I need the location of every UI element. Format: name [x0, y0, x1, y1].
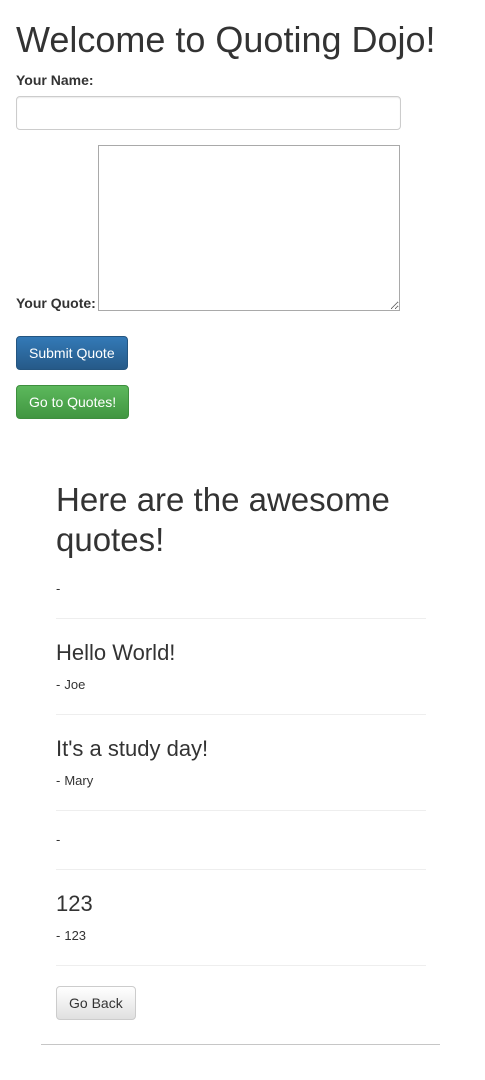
- author-dash: -: [56, 928, 61, 943]
- quote-author: - Joe: [56, 676, 426, 714]
- quotes-title: Here are the awesome quotes!: [56, 481, 390, 558]
- quote-textarea[interactable]: [97, 145, 400, 311]
- quote-item: 123 - 123: [56, 890, 426, 966]
- author-dash: -: [56, 832, 61, 847]
- quote-item: -: [56, 580, 426, 619]
- quote-text: Hello World!: [56, 640, 176, 665]
- page: Welcome to Quoting Dojo! Your Name: Your…: [0, 0, 485, 1080]
- quote-item: -: [56, 811, 426, 870]
- quote-author: - 123: [56, 927, 426, 965]
- name-input[interactable]: [16, 96, 401, 130]
- author-dash: -: [56, 677, 61, 692]
- page-title: Welcome to Quoting Dojo!: [16, 19, 436, 60]
- quote-text: 123: [56, 891, 93, 916]
- author-name: Mary: [64, 773, 94, 788]
- quote-form-section: Welcome to Quoting Dojo! Your Name: Your…: [16, 18, 456, 419]
- quote-item: It's a study day! - Mary: [56, 735, 426, 811]
- name-label: Your Name:: [16, 72, 94, 88]
- author-dash: -: [56, 581, 61, 596]
- quote-item: Hello World! - Joe: [56, 639, 426, 715]
- quote-row: Your Quote:: [16, 145, 456, 311]
- quote-list: - Hello World! - Joe It's a study day! -…: [56, 580, 426, 966]
- quote-author: -: [56, 811, 426, 869]
- go-back-button[interactable]: Go Back: [56, 986, 136, 1020]
- quote-text: It's a study day!: [56, 736, 209, 761]
- quote-author: -: [56, 580, 426, 618]
- author-name: Joe: [64, 677, 86, 692]
- quotes-section: Here are the awesome quotes! - Hello Wor…: [56, 480, 426, 1020]
- quote-author: - Mary: [56, 772, 426, 810]
- go-to-quotes-button[interactable]: Go to Quotes!: [16, 385, 130, 419]
- submit-quote-button[interactable]: Submit Quote: [16, 336, 128, 370]
- quote-label: Your Quote:: [16, 295, 96, 311]
- author-name: 123: [64, 928, 87, 943]
- author-dash: -: [56, 773, 61, 788]
- bottom-divider: [41, 1044, 440, 1045]
